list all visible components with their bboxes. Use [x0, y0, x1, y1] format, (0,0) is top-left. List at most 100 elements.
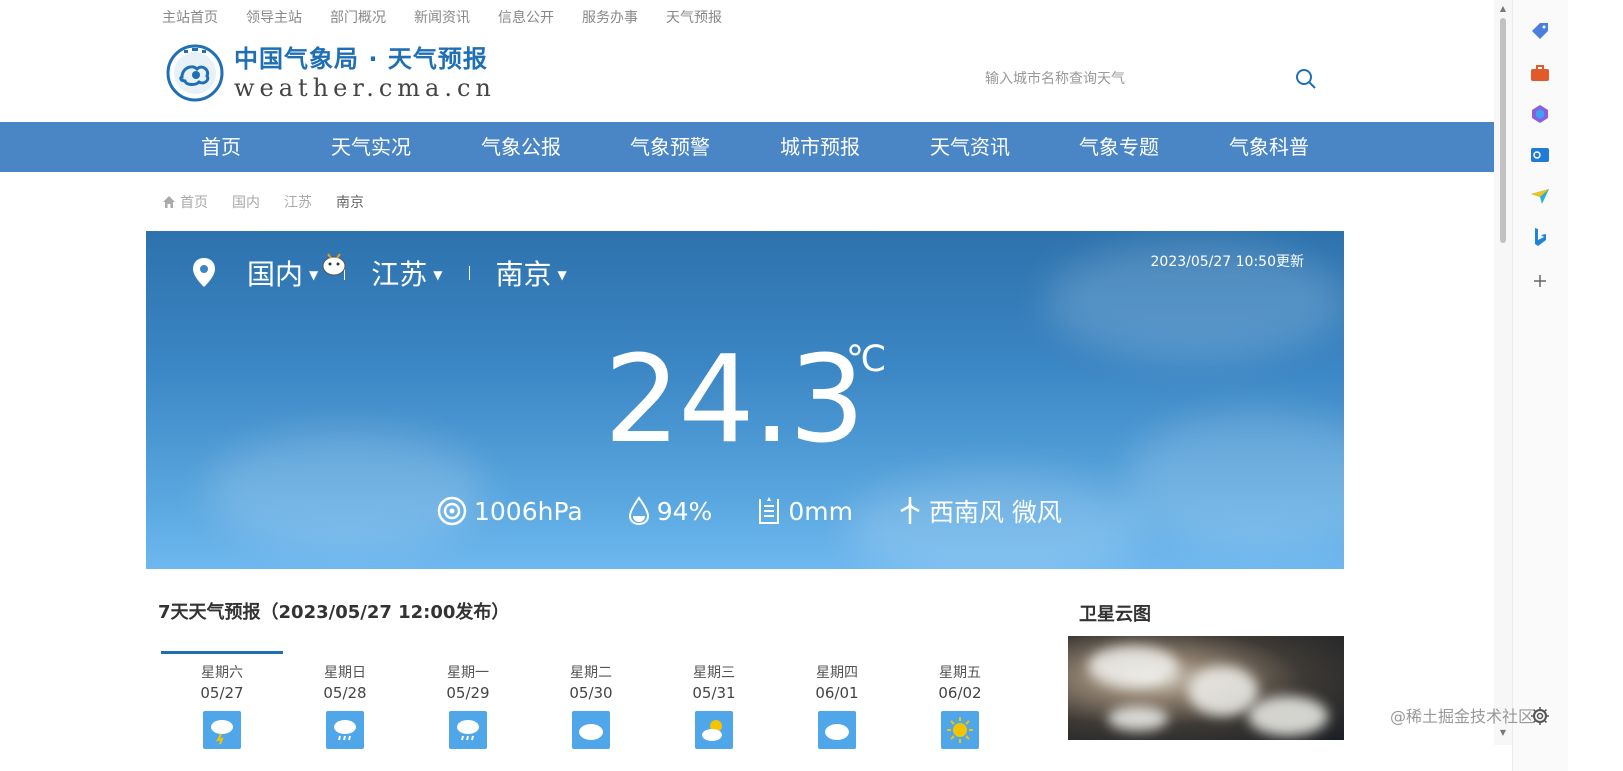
main-nav: 首页 天气实况 气象公报 气象预警 城市预报 天气资讯 气象专题 气象科普: [0, 122, 1494, 172]
wind-value: 西南风 微风: [928, 498, 1062, 527]
forecast-day[interactable]: 星期日 05/28: [305, 663, 385, 749]
breadcrumb: 首页 国内 江苏 南京: [162, 190, 388, 214]
city-search: [985, 62, 1320, 96]
cloudy-icon: [818, 711, 856, 749]
country-dropdown[interactable]: 国内 ▼: [247, 253, 318, 293]
wind-stat: 西南风 微风: [897, 493, 1062, 529]
location-selector: 国内 ▼ 江苏 ▼ 南京 ▼: [191, 251, 567, 295]
browser-sidebar: [1512, 0, 1568, 771]
chevron-down-icon: ▼: [309, 268, 319, 282]
forecast-weekday: 星期一: [447, 665, 489, 681]
search-icon[interactable]: [1295, 68, 1317, 90]
outlook-icon[interactable]: [1529, 144, 1551, 166]
top-link-info[interactable]: 信息公开: [498, 7, 554, 27]
logo-title-en: weather.cma.cn: [234, 74, 496, 102]
forecast-day[interactable]: 星期一 05/29: [428, 663, 508, 749]
city-dropdown[interactable]: 南京 ▼: [496, 253, 567, 293]
forecast-tab-indicator: [161, 651, 283, 654]
forecast-weekday: 星期二: [570, 665, 612, 681]
add-icon[interactable]: [1529, 270, 1551, 292]
divider: [468, 266, 470, 280]
top-link-leader[interactable]: 领导主站: [246, 7, 302, 27]
forecast-date: 06/01: [815, 684, 859, 702]
breadcrumb-home[interactable]: 首页: [180, 192, 208, 212]
pressure-gauge-icon: [437, 496, 467, 526]
toolbox-icon[interactable]: [1529, 62, 1551, 84]
partly-sunny-icon: [695, 711, 733, 749]
province-dropdown[interactable]: 江苏 ▼: [371, 253, 442, 293]
nav-city-forecast[interactable]: 城市预报: [745, 122, 895, 172]
province-label: 江苏: [371, 258, 428, 291]
forecast-date: 05/27: [200, 684, 244, 702]
sunny-icon: [941, 711, 979, 749]
forecast-weekday: 星期四: [816, 665, 858, 681]
forecast-title: 7天天气预报（2023/05/27 12:00发布）: [158, 602, 510, 623]
scroll-down-icon[interactable]: ▼: [1498, 728, 1508, 738]
top-link-service[interactable]: 服务办事: [582, 7, 638, 27]
forecast-date: 05/29: [446, 684, 490, 702]
top-link-main[interactable]: 主站首页: [162, 7, 218, 27]
nav-weather-news[interactable]: 天气资讯: [895, 122, 1045, 172]
top-link-news[interactable]: 新闻资讯: [414, 7, 470, 27]
thunder-rain-icon: [203, 711, 241, 749]
update-time: 2023/05/27 10:50更新: [1150, 254, 1305, 270]
nav-warnings[interactable]: 气象预警: [595, 122, 745, 172]
current-weather-panel: 国内 ▼ 江苏 ▼ 南京 ▼ 2023/05/27 10:50更新 24.3 ℃…: [146, 231, 1344, 569]
country-label: 国内: [247, 258, 304, 291]
cloud-patch: [1088, 646, 1178, 686]
forecast-weekday: 星期六: [201, 665, 243, 681]
forecast-day[interactable]: 星期五 06/02: [920, 663, 1000, 749]
breadcrumb-city: 南京: [336, 195, 364, 211]
breadcrumb-domestic[interactable]: 国内: [232, 192, 260, 212]
cloudy-icon: [572, 711, 610, 749]
tag-icon[interactable]: [1529, 20, 1551, 42]
page-scrollbar[interactable]: ▲ ▼: [1494, 0, 1512, 745]
humidity-value: 94%: [656, 496, 713, 526]
watermark: @稀土掘金技术社区: [1390, 707, 1535, 726]
satellite-image[interactable]: [1068, 636, 1344, 740]
forecast-date: 05/30: [569, 684, 613, 702]
cloud-patch: [1108, 706, 1168, 731]
precipitation-value: 0mm: [788, 496, 853, 526]
rain-icon: [449, 711, 487, 749]
forecast-weekday: 星期五: [939, 665, 981, 681]
forecast-day[interactable]: 星期六 05/27: [182, 663, 262, 749]
chevron-down-icon: ▼: [557, 268, 567, 282]
cloud-decoration: [206, 431, 486, 551]
nav-science[interactable]: 气象科普: [1194, 122, 1344, 172]
send-icon[interactable]: [1529, 185, 1551, 207]
current-temperature: 24.3: [604, 331, 865, 470]
bing-icon[interactable]: [1529, 226, 1551, 248]
breadcrumb-province[interactable]: 江苏: [284, 192, 312, 212]
cma-emblem-icon: [166, 44, 224, 102]
scrollbar-thumb[interactable]: [1500, 18, 1506, 243]
rain-icon: [326, 711, 364, 749]
site-logo[interactable]: 中国气象局 · 天气预报 weather.cma.cn: [166, 44, 496, 102]
city-search-input[interactable]: [985, 71, 1275, 87]
temperature-unit: ℃: [846, 339, 887, 380]
logo-title-cn: 中国气象局 · 天气预报: [234, 45, 488, 73]
top-link-forecast[interactable]: 天气预报: [666, 7, 722, 27]
top-links: 主站首页 领导主站 部门概况 新闻资讯 信息公开 服务办事 天气预报: [162, 0, 750, 34]
nav-home[interactable]: 首页: [146, 122, 296, 172]
nav-observations[interactable]: 天气实况: [296, 122, 446, 172]
top-link-dept[interactable]: 部门概况: [330, 7, 386, 27]
forecast-day[interactable]: 星期四 06/01: [797, 663, 877, 749]
home-icon: [163, 196, 175, 208]
precipitation-stat: 0mm: [756, 496, 853, 526]
copilot-icon[interactable]: [1529, 103, 1551, 125]
forecast-date: 06/02: [938, 684, 982, 702]
forecast-weekday: 星期三: [693, 665, 735, 681]
city-label: 南京: [495, 258, 552, 291]
scroll-up-icon[interactable]: ▲: [1498, 4, 1508, 14]
forecast-day[interactable]: 星期三 05/31: [674, 663, 754, 749]
nav-bulletin[interactable]: 气象公报: [446, 122, 596, 172]
wind-turbine-icon: [900, 497, 920, 524]
cloud-decoration: [1126, 411, 1344, 551]
forecast-day[interactable]: 星期二 05/30: [551, 663, 631, 749]
cloud-patch: [1188, 666, 1258, 716]
nav-topics[interactable]: 气象专题: [1044, 122, 1194, 172]
location-pin-icon: [193, 258, 215, 287]
rain-gauge-icon: [759, 497, 780, 524]
mascot-icon: [322, 253, 346, 276]
